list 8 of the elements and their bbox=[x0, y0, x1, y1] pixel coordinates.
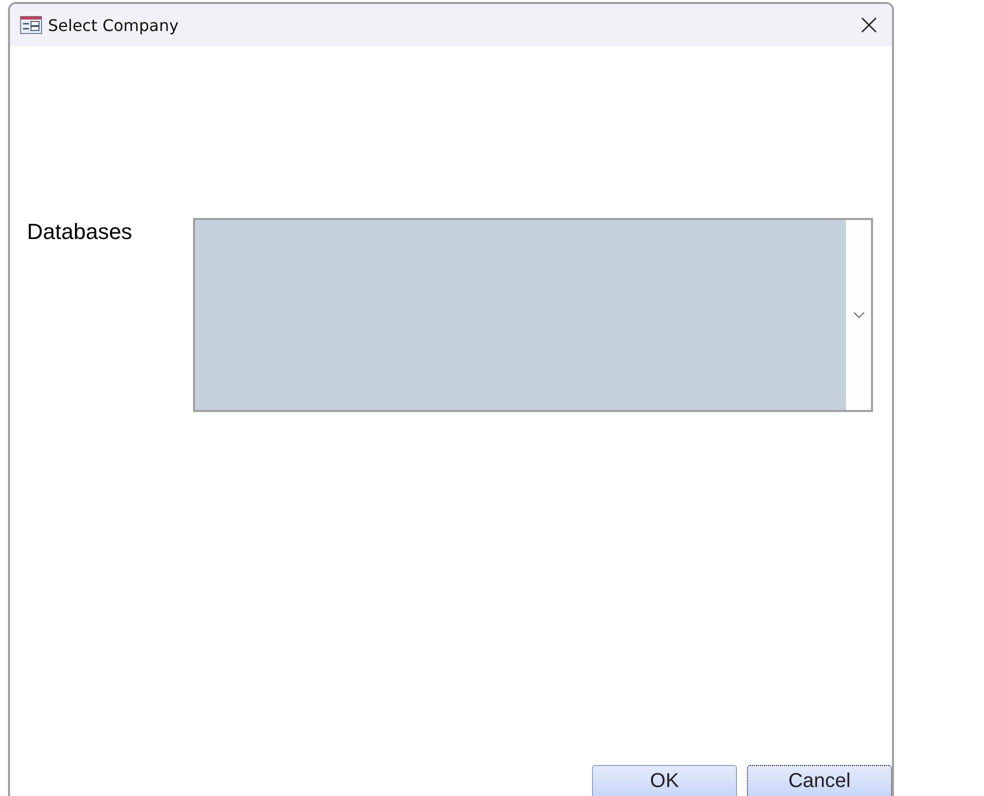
dialog-button[interactable]: OK bbox=[592, 765, 737, 796]
dialog-button[interactable]: Cancel bbox=[747, 765, 892, 796]
databases-label: Databases bbox=[27, 218, 134, 246]
close-icon bbox=[861, 17, 877, 33]
form-icon bbox=[20, 16, 42, 34]
chevron-down-icon bbox=[852, 311, 864, 319]
window-title: Select Company bbox=[48, 16, 179, 34]
databases-list[interactable] bbox=[193, 218, 873, 412]
